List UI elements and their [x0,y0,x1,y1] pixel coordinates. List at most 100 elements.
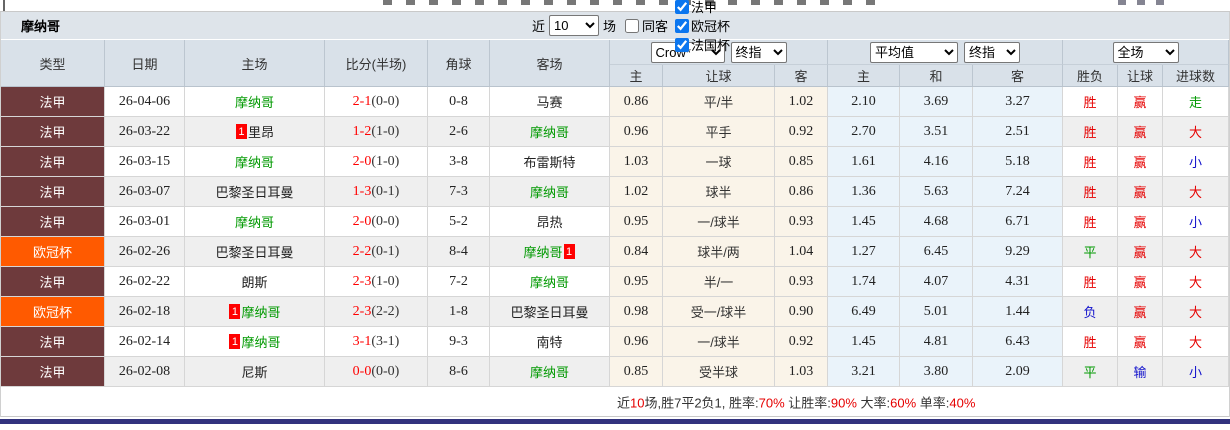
avg-away-cell: 2.09 [973,357,1063,386]
odds-away-cell: 0.93 [775,207,828,236]
league-type-cell: 欧冠杯 [1,237,105,266]
summary-segment: 单率: [916,395,950,410]
league-filter-0[interactable]: 法甲 [668,0,730,16]
avg-home-cell: 1.45 [828,327,900,356]
odds-handicap-cell: 一/球半 [663,207,775,236]
header-away: 客场 [490,40,610,86]
matches-label: 场 [603,19,617,34]
odds-away-cell: 0.90 [775,297,828,326]
league-filter-2[interactable]: 法国杯 [668,35,730,54]
date-cell: 26-03-07 [105,177,185,206]
result-goals-cell: 小 [1163,207,1229,236]
away-team-cell: 马赛 [490,87,610,116]
avg-draw-cell: 5.01 [900,297,973,326]
league-filter-checkbox[interactable] [675,37,690,52]
panel-edge-fragment [3,0,5,11]
match-row: 法甲 26-04-06 摩纳哥 2-1 (0-0) 0-8 马赛 0.86 平/半 1.02 2.1… [1,87,1229,117]
date-cell: 26-02-08 [105,357,185,386]
same-venue-checkbox[interactable] [625,18,640,33]
header-corners: 角球 [428,40,490,86]
score-cell: 1-3 (0-1) [325,177,428,206]
date-cell: 26-04-06 [105,87,185,116]
team-name: 摩纳哥 [234,215,274,230]
league-filter-checkbox[interactable] [675,0,690,14]
team-name: 里昂 [247,125,274,140]
result-handicap-cell: 输 [1118,357,1163,386]
away-team-cell: 昂热 [490,207,610,236]
home-team-cell: 尼斯 [185,357,325,386]
date-cell: 26-02-18 [105,297,185,326]
league-filter-1[interactable]: 欧冠杯 [668,16,730,35]
odds-away-cell: 1.03 [775,357,828,386]
score-cell: 2-0 (1-0) [325,147,428,176]
rank-badge: 1 [229,334,241,349]
away-team-cell: 摩纳哥 [490,357,610,386]
avg-away-cell: 3.27 [973,87,1063,116]
home-team-cell: 巴黎圣日耳曼 [185,237,325,266]
summary-segment: 70% [758,395,785,410]
avg-home-cell: 2.70 [828,117,900,146]
score-cell: 1-2 (1-0) [325,117,428,146]
summary-segment: 60% [890,395,917,410]
avg-home-cell: 1.36 [828,177,900,206]
header-result-wdl: 胜负 [1063,65,1118,86]
result-goals-cell: 大 [1163,327,1229,356]
result-wdl-cell: 胜 [1063,327,1118,356]
summary-segment: 90% [830,395,857,410]
cropped-text-remnant [383,0,880,5]
avg-home-cell: 1.45 [828,207,900,236]
result-wdl-cell: 平 [1063,357,1118,386]
scope-select[interactable]: 全场 [1112,41,1179,63]
avg-draw-cell: 5.63 [900,177,973,206]
avg-away-cell: 2.51 [973,117,1063,146]
result-goals-cell: 大 [1163,297,1229,326]
team-name: 布雷斯特 [523,155,576,170]
recent-matches-select[interactable]: 10 [549,15,600,36]
score-cell: 2-1 (0-0) [325,87,428,116]
team-name: 尼斯 [241,365,268,380]
same-venue-filter[interactable]: 同客 [616,16,668,35]
league-type-cell: 法甲 [1,357,105,386]
rank-badge: 1 [563,244,575,259]
league-filter-label: 法国杯 [691,38,731,53]
scope-select-group: 全场 [1063,40,1229,65]
date-cell: 26-03-15 [105,147,185,176]
match-row: 法甲 26-02-14 1 摩纳哥 3-1 (3-1) 9-3 南特 0.96 一/球半 0.92 1… [1,327,1229,357]
table-body: 法甲 26-04-06 摩纳哥 2-1 (0-0) 0-8 马赛 0.86 平/半 1.02 2.1… [1,87,1229,387]
league-filter-checkbox[interactable] [675,18,690,33]
avg-draw-cell: 3.80 [900,357,973,386]
home-team-cell: 摩纳哥 [185,87,325,116]
result-goals-cell: 小 [1163,357,1229,386]
odds-handicap-cell: 一/球半 [663,327,775,356]
avg-away-cell: 1.44 [973,297,1063,326]
league-type-cell: 法甲 [1,177,105,206]
panel-toolbar: 摩纳哥 近 10 场 同客 法甲 欧冠杯 法国杯 [1,0,1229,53]
result-wdl-cell: 胜 [1063,267,1118,296]
odds-away-cell: 0.86 [775,177,828,206]
rank-badge: 1 [235,124,247,139]
result-handicap-cell: 赢 [1118,207,1163,236]
result-goals-cell: 走 [1163,87,1229,116]
result-handicap-cell: 赢 [1118,327,1163,356]
team-name: 摩纳哥 [523,245,563,260]
score-cell: 0-0 (0-0) [325,357,428,386]
score-cell: 3-1 (3-1) [325,327,428,356]
corners-cell: 8-6 [428,357,490,386]
away-team-cell: 摩纳哥 [490,177,610,206]
team-name: 摩纳哥 [529,275,569,290]
header-type: 类型 [1,40,105,86]
average-select[interactable]: 平均值 [870,41,958,63]
header-date: 日期 [105,40,185,86]
home-team-cell: 1 摩纳哥 [185,297,325,326]
home-team-cell: 1 里昂 [185,117,325,146]
bookmaker-stage-select[interactable]: 终指 [730,41,787,63]
average-select-group: 平均值 终指 [828,40,1063,65]
corners-cell: 8-4 [428,237,490,266]
corners-cell: 1-8 [428,297,490,326]
average-stage-select[interactable]: 终指 [964,41,1020,63]
result-goals-cell: 大 [1163,237,1229,266]
avg-away-cell: 6.43 [973,327,1063,356]
away-team-cell: 布雷斯特 [490,147,610,176]
odds-home-cell: 0.95 [610,207,663,236]
summary-segment: 场,胜7平2负1, 胜率: [644,395,759,410]
